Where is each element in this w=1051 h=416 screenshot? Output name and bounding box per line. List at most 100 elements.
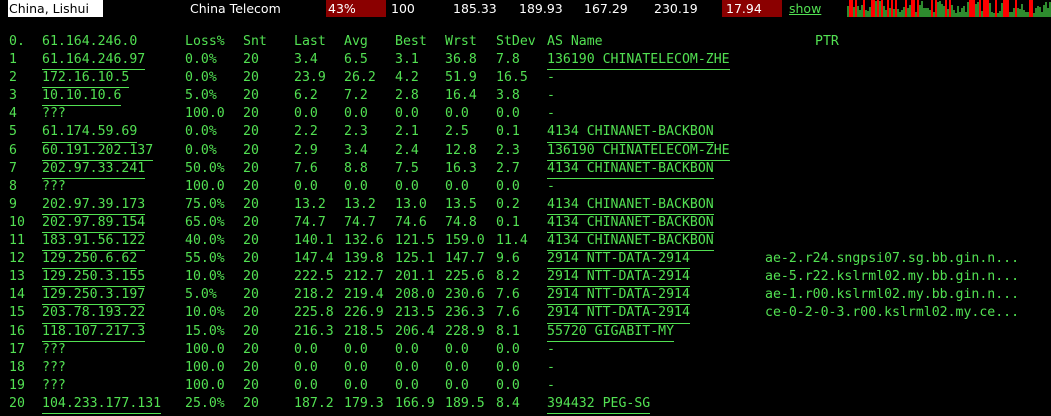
hop-host[interactable]: 118.107.217.3 bbox=[42, 323, 146, 342]
hop-host[interactable]: 61.164.246.97 bbox=[42, 51, 146, 71]
hop-stdev: 0.0 bbox=[496, 341, 520, 357]
hop-best: 13.0 bbox=[395, 196, 427, 212]
hop-last: 0.0 bbox=[294, 341, 318, 357]
sparkline-bar bbox=[949, 0, 951, 17]
hop-avg: 179.3 bbox=[344, 395, 384, 411]
sparkline-bar bbox=[933, 12, 935, 17]
hop-as-name[interactable]: 136190 CHINATELECOM-ZHE bbox=[547, 51, 730, 71]
hop-snt: 20 bbox=[243, 341, 259, 357]
hop-host[interactable]: 60.191.202.137 bbox=[42, 142, 154, 161]
hop-as-name[interactable]: 4134 CHINANET-BACKBON bbox=[547, 232, 714, 252]
hop-host[interactable]: 10.10.10.6 bbox=[42, 87, 122, 107]
sparkline-bar bbox=[1023, 10, 1025, 17]
hop-last: 3.4 bbox=[294, 52, 318, 68]
sparkline-bar bbox=[1043, 5, 1045, 17]
hop-wrst: 16.3 bbox=[445, 160, 477, 176]
sparkline-bar bbox=[1035, 8, 1037, 17]
hop-host[interactable]: 202.97.89.154 bbox=[42, 214, 146, 234]
hop-stdev: 8.2 bbox=[496, 269, 520, 285]
hop-last: 2.2 bbox=[294, 124, 318, 140]
hop-host[interactable]: 172.16.10.5 bbox=[42, 69, 130, 89]
hop-host: ??? bbox=[42, 377, 66, 393]
hop-index: 19 bbox=[9, 377, 25, 393]
hop-as-name[interactable]: 2914 NTT-DATA-2914 bbox=[547, 268, 690, 288]
sparkline-bar bbox=[851, 0, 853, 17]
hop-as-name[interactable]: 4134 CHINANET-BACKBON bbox=[547, 196, 714, 215]
sparkline-bar bbox=[871, 0, 873, 17]
header-stdev: StDev bbox=[496, 34, 536, 49]
sparkline-bar bbox=[967, 2, 969, 17]
sparkline-bar bbox=[991, 12, 993, 17]
sparkline-bar bbox=[1041, 12, 1043, 17]
header-loss: Loss% bbox=[185, 34, 225, 49]
hop-host[interactable]: 202.97.39.173 bbox=[42, 196, 146, 215]
hop-index: 20 bbox=[9, 395, 25, 411]
hop-host[interactable]: 183.91.56.122 bbox=[42, 232, 146, 252]
hop-host[interactable]: 203.78.193.22 bbox=[42, 304, 146, 324]
hop-host[interactable]: 61.174.59.69 bbox=[42, 123, 138, 143]
hop-snt: 20 bbox=[243, 106, 259, 122]
sparkline-bar bbox=[953, 10, 955, 17]
hop-host[interactable]: 129.250.3.197 bbox=[42, 286, 146, 306]
hop-best: 4.2 bbox=[395, 70, 419, 86]
sparkline-bar bbox=[1021, 4, 1023, 17]
hop-as-name[interactable]: 4134 CHINANET-BACKBON bbox=[547, 160, 714, 179]
hop-stdev: 0.1 bbox=[496, 214, 520, 230]
summary-snt: 100 bbox=[391, 1, 415, 16]
sparkline-bar bbox=[1047, 8, 1049, 17]
hop-best: 166.9 bbox=[395, 395, 435, 411]
hop-avg: 26.2 bbox=[344, 70, 376, 86]
hop-wrst: 0.0 bbox=[445, 377, 469, 393]
hop-loss: 0.0% bbox=[185, 52, 217, 68]
sparkline-bar bbox=[881, 0, 883, 17]
header-snt: Snt bbox=[243, 34, 267, 49]
isp-label: China Telecom bbox=[190, 1, 281, 16]
hop-as-name[interactable]: 4134 CHINANET-BACKBON bbox=[547, 123, 714, 143]
sparkline-bar bbox=[1031, 0, 1033, 17]
hop-host[interactable]: 129.250.6.62 bbox=[42, 250, 138, 270]
hop-host[interactable]: 129.250.3.155 bbox=[42, 268, 146, 288]
sparkline-bar bbox=[947, 9, 949, 17]
hop-loss: 40.0% bbox=[185, 233, 225, 249]
hop-last: 0.0 bbox=[294, 106, 318, 122]
hop-as-name[interactable]: 55720 GIGABIT-MY bbox=[547, 323, 675, 342]
hop-snt: 20 bbox=[243, 287, 259, 303]
sparkline-bar bbox=[995, 0, 997, 17]
hop-ptr: ae-5.r22.kslrml02.my.bb.gin.n... bbox=[765, 269, 1020, 285]
hop-index: 9 bbox=[9, 196, 17, 212]
hop-loss: 100.0 bbox=[185, 106, 225, 122]
hop-snt: 20 bbox=[243, 124, 259, 140]
hop-host[interactable]: 104.233.177.131 bbox=[42, 395, 162, 414]
sparkline-bar bbox=[919, 5, 921, 17]
sparkline-bar bbox=[915, 12, 917, 17]
hop-host: ??? bbox=[42, 359, 66, 375]
hop-as-name: - bbox=[547, 359, 555, 375]
sparkline-bar bbox=[1013, 8, 1015, 17]
hop-stdev: 3.8 bbox=[496, 88, 520, 104]
hop-loss: 10.0% bbox=[185, 305, 225, 321]
sparkline-bar bbox=[975, 4, 977, 17]
hop-wrst: 147.7 bbox=[445, 251, 485, 267]
hop-as-name[interactable]: 394432 PEG-SG bbox=[547, 395, 651, 414]
hop-best: 2.8 bbox=[395, 88, 419, 104]
hop-loss: 65.0% bbox=[185, 214, 225, 230]
hop-as-name: - bbox=[547, 70, 555, 86]
show-link[interactable]: show bbox=[789, 0, 821, 17]
hop-index: 1 bbox=[9, 52, 17, 68]
hop-as-name[interactable]: 2914 NTT-DATA-2914 bbox=[547, 250, 690, 270]
sparkline-bar bbox=[891, 0, 893, 17]
hop-as-name[interactable]: 4134 CHINANET-BACKBON bbox=[547, 214, 714, 234]
hop-wrst: 230.6 bbox=[445, 287, 485, 303]
hop-as-name[interactable]: 2914 NTT-DATA-2914 bbox=[547, 304, 690, 324]
sparkline-bar bbox=[889, 8, 891, 17]
hop-best: 0.0 bbox=[395, 106, 419, 122]
sparkline-bar bbox=[961, 8, 963, 17]
hop-as-name[interactable]: 2914 NTT-DATA-2914 bbox=[547, 286, 690, 306]
sparkline-bar bbox=[1015, 0, 1017, 17]
sparkline-bar bbox=[849, 0, 851, 17]
hop-as-name[interactable]: 136190 CHINATELECOM-ZHE bbox=[547, 142, 730, 161]
hop-host[interactable]: 202.97.33.241 bbox=[42, 160, 146, 179]
hop-avg: 0.0 bbox=[344, 178, 368, 194]
hop-index: 4 bbox=[9, 106, 17, 122]
hop-best: 121.5 bbox=[395, 233, 435, 249]
